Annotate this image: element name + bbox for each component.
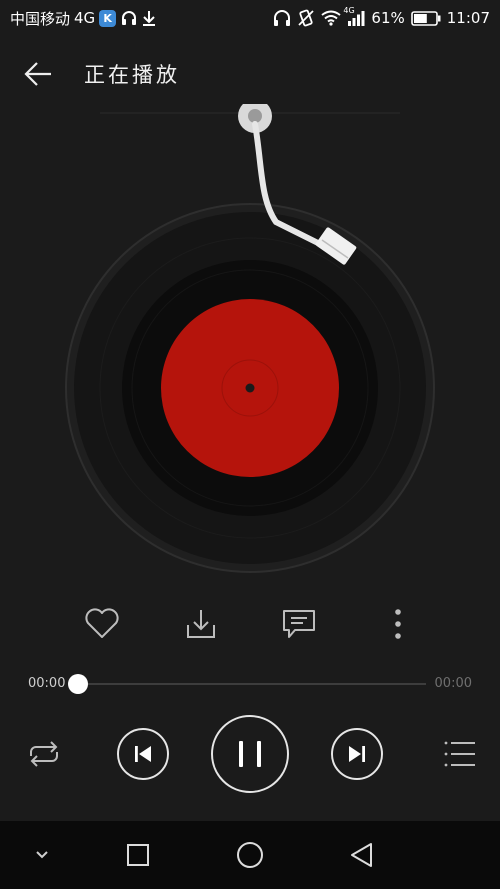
home-button[interactable] bbox=[228, 833, 272, 877]
network-type: 4G bbox=[74, 9, 96, 27]
heart-icon bbox=[85, 608, 119, 638]
battery-percent: 61% bbox=[371, 9, 405, 27]
vinyl-record bbox=[65, 203, 435, 573]
pause-icon bbox=[211, 715, 289, 793]
headphones-icon bbox=[273, 9, 291, 27]
back-button[interactable] bbox=[0, 44, 76, 104]
comment-button[interactable] bbox=[275, 600, 323, 648]
clock: 11:07 bbox=[446, 9, 490, 27]
seek-track[interactable] bbox=[78, 683, 426, 685]
recents-icon bbox=[127, 844, 149, 866]
wifi-icon bbox=[321, 10, 342, 26]
hide-nav-button[interactable] bbox=[20, 833, 64, 877]
navigation-bar bbox=[0, 821, 500, 889]
download-icon bbox=[142, 10, 156, 26]
network-type-small: 4G bbox=[343, 6, 355, 15]
total-time: 00:00 bbox=[434, 676, 472, 691]
favorite-button[interactable] bbox=[78, 600, 126, 648]
progress-bar: 00:00 00:00 bbox=[0, 670, 500, 698]
playlist-icon bbox=[444, 741, 475, 767]
header: 正在播放 bbox=[0, 44, 500, 104]
back-icon bbox=[351, 843, 372, 867]
playback-controls bbox=[0, 710, 500, 800]
pause-button[interactable] bbox=[210, 714, 290, 794]
playlist-button[interactable] bbox=[438, 732, 482, 776]
more-button[interactable] bbox=[374, 600, 422, 648]
comment-icon bbox=[283, 610, 315, 638]
current-time: 00:00 bbox=[28, 676, 66, 691]
previous-button[interactable] bbox=[116, 727, 170, 781]
previous-icon bbox=[117, 728, 169, 780]
hide-icon bbox=[36, 851, 48, 859]
headset-icon bbox=[120, 9, 138, 27]
status-bar: 中国移动 4G K 4G 61% 11:07 bbox=[0, 0, 500, 36]
arrow-left-icon bbox=[24, 62, 51, 86]
next-icon bbox=[331, 728, 383, 780]
home-icon bbox=[237, 842, 263, 868]
carrier-name: 中国移动 bbox=[10, 9, 71, 28]
record-stage bbox=[0, 99, 500, 594]
more-icon bbox=[395, 609, 401, 639]
song-actions bbox=[0, 600, 500, 648]
recents-button[interactable] bbox=[116, 833, 160, 877]
next-button[interactable] bbox=[330, 727, 384, 781]
page-title: 正在播放 bbox=[84, 63, 180, 87]
seek-thumb[interactable] bbox=[68, 674, 88, 694]
repeat-button[interactable] bbox=[22, 732, 66, 776]
repeat-icon bbox=[30, 741, 58, 767]
signal-icon: 4G bbox=[343, 6, 365, 26]
download-icon bbox=[187, 610, 215, 638]
battery-icon bbox=[410, 10, 441, 26]
back-nav-button[interactable] bbox=[340, 833, 384, 877]
vibrate-icon bbox=[297, 9, 315, 27]
download-button[interactable] bbox=[177, 600, 225, 648]
app-k-icon: K bbox=[99, 9, 117, 27]
